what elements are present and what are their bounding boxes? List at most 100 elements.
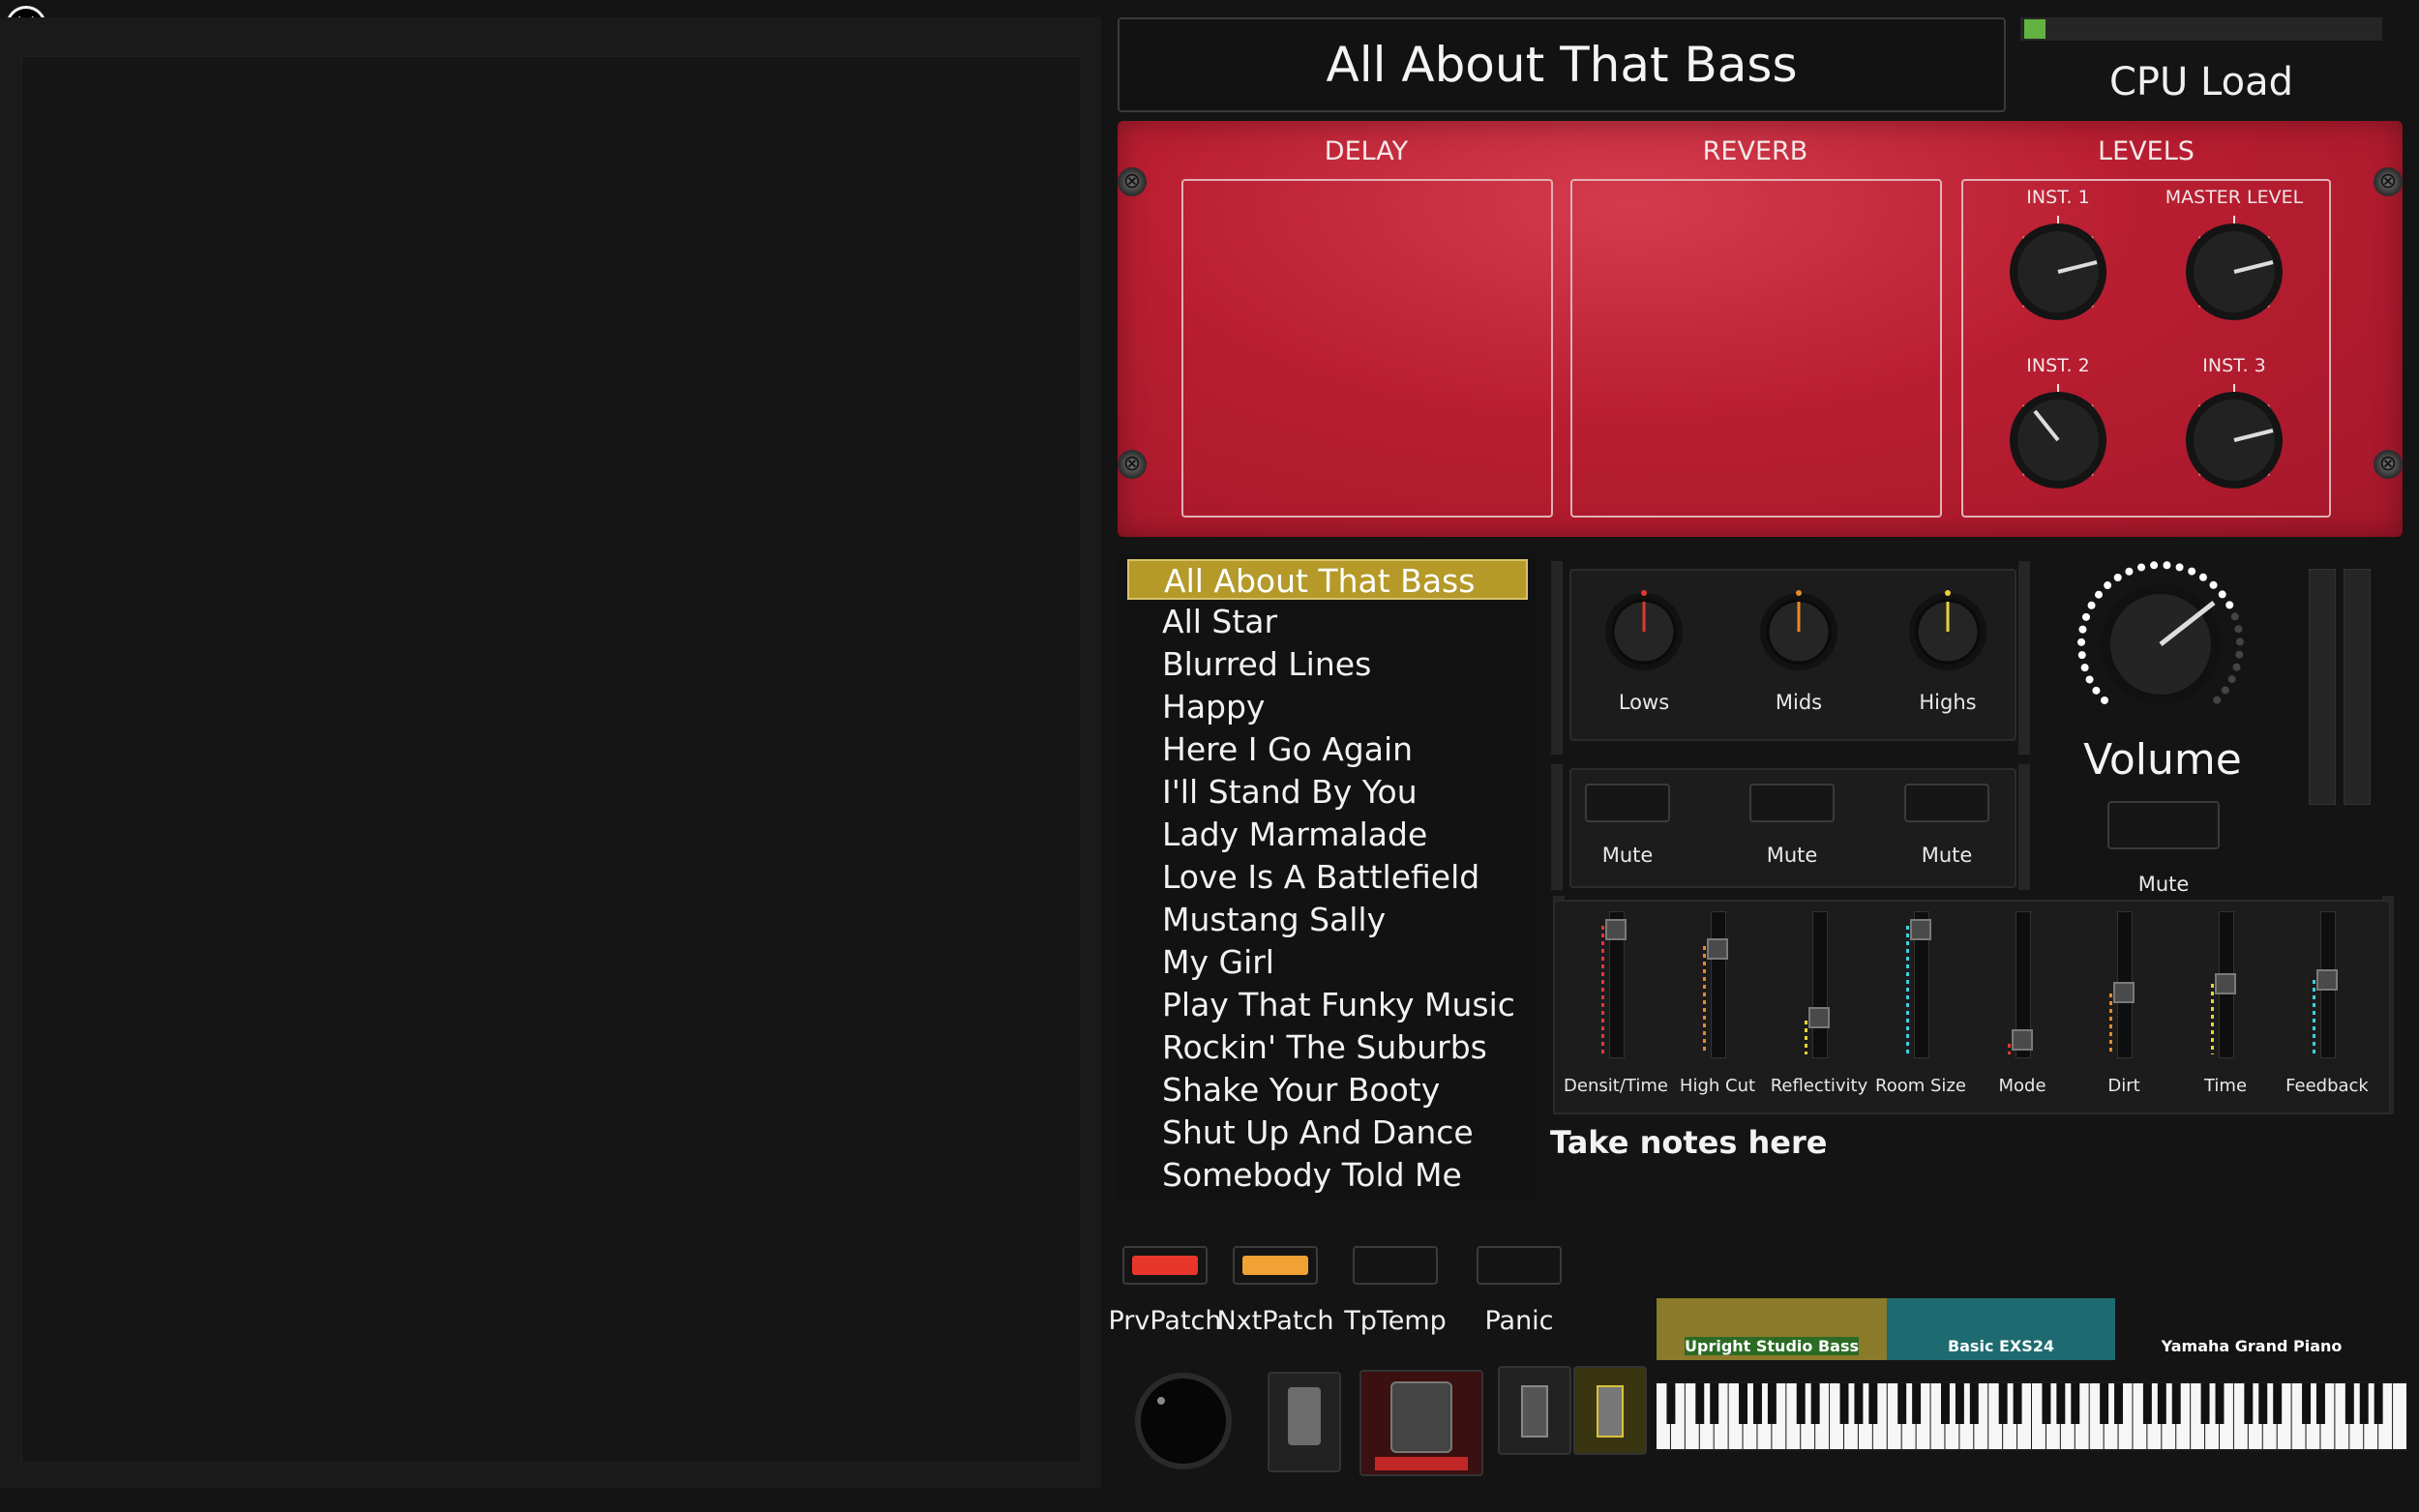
black-key[interactable] <box>1810 1383 1820 1424</box>
black-key[interactable] <box>2244 1383 2254 1424</box>
fader-thumb[interactable] <box>1910 919 1931 940</box>
black-key[interactable] <box>2359 1383 2369 1424</box>
mute-button-1[interactable] <box>1585 784 1670 822</box>
mute-button-2[interactable] <box>1749 784 1835 822</box>
song-list-item[interactable]: Mustang Sally <box>1127 900 1528 940</box>
prev-patch-button[interactable] <box>1122 1246 1208 1285</box>
next-patch-button[interactable] <box>1233 1246 1318 1285</box>
eq-label-lows: Lows <box>1618 691 1670 714</box>
black-key[interactable] <box>2200 1383 2210 1424</box>
volume-ring-dot <box>2234 625 2243 634</box>
mute-rail-left <box>1551 764 1563 890</box>
knob-inst1[interactable] <box>2000 214 2116 330</box>
panic-button[interactable] <box>1477 1246 1562 1285</box>
song-list-item[interactable]: Here I Go Again <box>1127 729 1528 770</box>
song-list-item[interactable]: Happy <box>1127 687 1528 727</box>
eq-rail-right <box>2018 561 2030 755</box>
black-key[interactable] <box>2344 1383 2354 1424</box>
black-key[interactable] <box>2071 1383 2080 1424</box>
volume-mute-button[interactable] <box>2107 801 2220 849</box>
white-key[interactable] <box>2393 1383 2406 1449</box>
black-key[interactable] <box>1752 1383 1762 1424</box>
black-key[interactable] <box>2302 1383 2312 1424</box>
instrument-tab-0[interactable]: Upright Studio Bass <box>1657 1298 1887 1360</box>
instrument-tab-label: Upright Studio Bass <box>1685 1337 1859 1355</box>
fader-thumb[interactable] <box>2316 969 2338 991</box>
black-key[interactable] <box>2042 1383 2051 1424</box>
song-list-item[interactable]: All Star <box>1127 602 1528 642</box>
black-key[interactable] <box>1912 1383 1922 1424</box>
black-key[interactable] <box>1854 1383 1864 1424</box>
black-key[interactable] <box>1695 1383 1705 1424</box>
song-list-item[interactable]: Blurred Lines <box>1127 644 1528 685</box>
song-list-item[interactable]: Shake Your Booty <box>1127 1070 1528 1111</box>
song-list-item[interactable]: Play That Funky Music <box>1127 985 1528 1025</box>
instrument-tab-2[interactable]: Yamaha Grand Piano <box>2115 1298 2388 1360</box>
knob-lows[interactable] <box>1600 588 1687 675</box>
knob-mids[interactable] <box>1755 588 1842 675</box>
song-list-item[interactable]: Lady Marmalade <box>1127 815 1528 855</box>
volume-ring-dot <box>2235 637 2244 646</box>
black-key[interactable] <box>2056 1383 2066 1424</box>
black-key[interactable] <box>1739 1383 1748 1424</box>
black-key[interactable] <box>1666 1383 1676 1424</box>
black-key[interactable] <box>1868 1383 1878 1424</box>
mute-button-3[interactable] <box>1904 784 1989 822</box>
black-key[interactable] <box>2142 1383 2152 1424</box>
volume-ring-dot <box>2213 696 2222 704</box>
knob-master-level[interactable] <box>2176 214 2292 330</box>
fader-label: Reflectivity <box>1770 1076 1868 1096</box>
fader-thumb[interactable] <box>2113 982 2135 1003</box>
black-key[interactable] <box>1796 1383 1806 1424</box>
song-list-item[interactable]: Somebody Told Me <box>1127 1155 1528 1196</box>
fader-thumb[interactable] <box>2012 1029 2033 1051</box>
fader-panel: Densit/Time High Cut Reflectivity Room Size… <box>1553 900 2391 1114</box>
fader-thumb[interactable] <box>1605 919 1627 940</box>
volume-knob[interactable] <box>2069 559 2253 729</box>
volume-mute-label: Mute <box>2137 873 2190 896</box>
song-list-item[interactable]: Love Is A Battlefield <box>1127 857 1528 898</box>
knob-inst2[interactable] <box>2000 382 2116 498</box>
fader-thumb[interactable] <box>1808 1007 1830 1028</box>
song-list-item[interactable]: All About That Bass <box>1127 559 1528 600</box>
instrument-tab-1[interactable]: Basic EXS24 <box>1887 1298 2115 1360</box>
black-key[interactable] <box>1767 1383 1777 1424</box>
song-list-item[interactable]: Shut Up And Dance <box>1127 1112 1528 1153</box>
black-key[interactable] <box>2013 1383 2022 1424</box>
black-key[interactable] <box>1969 1383 1979 1424</box>
black-key[interactable] <box>1940 1383 1950 1424</box>
expression-pedal-icon[interactable] <box>1359 1370 1483 1476</box>
fader-thumb[interactable] <box>1707 938 1728 960</box>
notes-field[interactable]: Take notes here <box>1550 1124 1827 1161</box>
black-key[interactable] <box>2100 1383 2109 1424</box>
volume-ring-dot <box>2092 686 2101 695</box>
song-list-item[interactable]: My Girl <box>1127 942 1528 983</box>
black-key[interactable] <box>2215 1383 2225 1424</box>
pitch-wheel-icon[interactable] <box>1498 1366 1571 1455</box>
knob-inst3[interactable] <box>2176 382 2292 498</box>
black-key[interactable] <box>1710 1383 1719 1424</box>
song-list-item[interactable]: Rockin' The Suburbs <box>1127 1027 1528 1068</box>
tap-tempo-button[interactable] <box>1353 1246 1438 1285</box>
black-key[interactable] <box>1955 1383 1964 1424</box>
jog-wheel-knob[interactable] <box>1132 1370 1235 1472</box>
black-key[interactable] <box>1897 1383 1907 1424</box>
black-key[interactable] <box>2273 1383 2283 1424</box>
fader-thumb[interactable] <box>2215 973 2236 994</box>
black-key[interactable] <box>2157 1383 2166 1424</box>
sustain-pedal-icon[interactable] <box>1268 1372 1341 1472</box>
mod-wheel-icon[interactable] <box>1573 1366 1647 1455</box>
cpu-load-meter <box>2020 17 2382 41</box>
black-key[interactable] <box>2171 1383 2181 1424</box>
song-list-item[interactable]: I'll Stand By You <box>1127 772 1528 813</box>
song-title-box: All About That Bass <box>1118 17 2006 112</box>
black-key[interactable] <box>2374 1383 2383 1424</box>
knob-highs[interactable] <box>1904 588 1991 675</box>
black-key[interactable] <box>2114 1383 2124 1424</box>
black-key[interactable] <box>2258 1383 2268 1424</box>
reverb-heading: REVERB <box>1702 136 1808 166</box>
piano-keyboard[interactable] <box>1657 1381 2407 1451</box>
black-key[interactable] <box>1998 1383 2008 1424</box>
black-key[interactable] <box>2315 1383 2325 1424</box>
black-key[interactable] <box>1839 1383 1849 1424</box>
